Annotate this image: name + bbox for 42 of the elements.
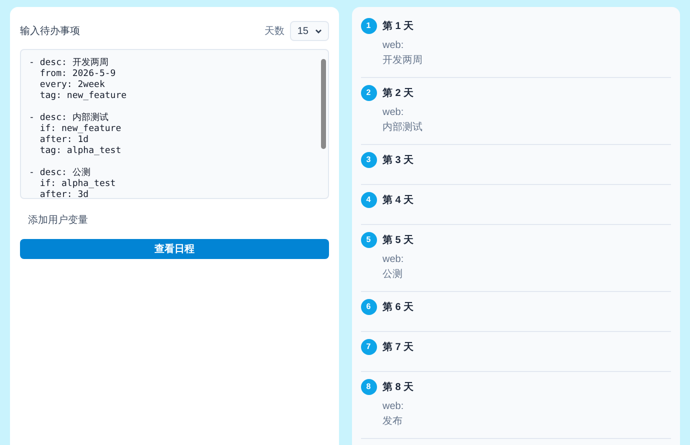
code-line: if: alpha_test xyxy=(38,179,117,190)
day-number-badge: 4 xyxy=(360,192,376,208)
day-title: 第 4 天 xyxy=(382,194,414,208)
code-line: from: 2026-5-9 xyxy=(38,69,117,80)
day-title: 第 5 天 xyxy=(382,234,414,248)
day-title: 第 2 天 xyxy=(382,86,414,100)
task-description: 开发两周 xyxy=(382,54,424,67)
day-title: 第 1 天 xyxy=(382,20,414,34)
code-line: - desc: 内部测试 xyxy=(29,113,110,124)
code-line: tag: new_feature xyxy=(38,91,128,102)
panel-title: 输入待办事项 xyxy=(20,24,80,38)
day-number-badge: 2 xyxy=(360,85,376,101)
task-group: web: xyxy=(382,400,671,413)
day-number-badge: 3 xyxy=(360,152,376,168)
add-variable-link[interactable]: 添加用户变量 xyxy=(28,213,328,228)
code-line: every: 2week xyxy=(38,80,106,91)
code-editor[interactable]: - desc: 开发两周 from: 2026-5-9 every: 2week tag: new_feature - desc: 内部测试 if: new_feature after: 1d tag: alpha_test - desc: 公测 if: alpha_test after: 3d xyxy=(20,49,328,199)
code-line: if: new_feature xyxy=(38,124,122,135)
view-schedule-button[interactable]: 查看日程 xyxy=(20,239,328,259)
task-description: 发布 xyxy=(382,415,404,428)
task-group: web: xyxy=(382,39,671,52)
day-title: 第 6 天 xyxy=(382,300,414,314)
task-description: 公测 xyxy=(382,268,404,281)
day-number-badge: 1 xyxy=(360,18,376,34)
days-select[interactable]: 15 xyxy=(290,21,328,41)
task-group: web: xyxy=(382,253,671,266)
task-group: web: xyxy=(382,106,671,119)
task-description: 内部测试 xyxy=(382,121,424,134)
day-title: 第 8 天 xyxy=(382,380,414,394)
code-line: tag: alpha_test xyxy=(38,146,122,157)
day-number-badge: 7 xyxy=(360,339,376,355)
code-line: after: 3d xyxy=(38,190,90,198)
days-label: 天数 xyxy=(264,24,284,38)
day-number-badge: 5 xyxy=(360,232,376,248)
chevron-down-icon xyxy=(314,28,322,34)
day-number-badge: 6 xyxy=(360,299,376,315)
code-line: - desc: 公测 xyxy=(29,168,92,179)
day-title: 第 3 天 xyxy=(382,154,414,168)
day-number-badge: 8 xyxy=(360,379,376,395)
day-title: 第 7 天 xyxy=(382,340,414,354)
code-line: - desc: 开发两周 xyxy=(29,58,110,69)
code-line: after: 1d xyxy=(38,135,90,146)
